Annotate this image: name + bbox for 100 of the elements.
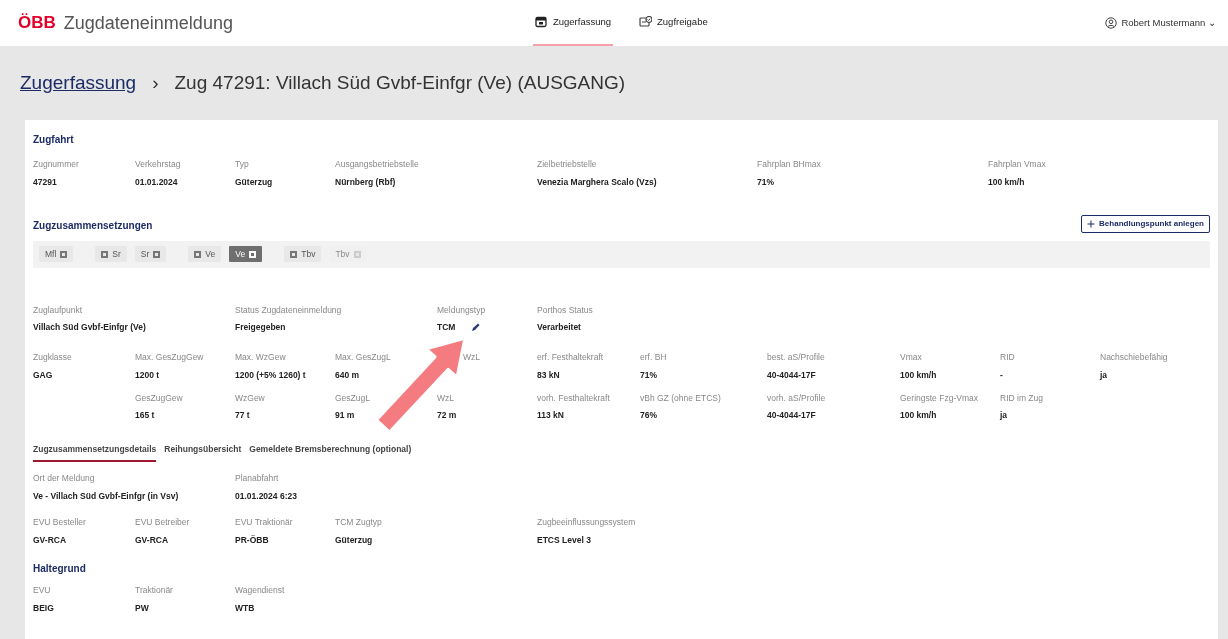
- field-label: Geringste Fzg-Vmax: [900, 391, 979, 405]
- app-title: Zugdateneinmeldung: [63, 11, 233, 35]
- composition-chip[interactable]: Ve: [229, 245, 263, 263]
- field-value: 640 m: [335, 368, 360, 382]
- field-label: WzGew: [235, 391, 266, 405]
- field-label: GesZugGew: [135, 391, 184, 405]
- field-value: GAG: [33, 368, 53, 382]
- field-label: best. aS/Profile: [767, 351, 826, 364]
- field-value: 40-4044-17F: [767, 368, 816, 382]
- field-label: GesZugL: [335, 391, 371, 405]
- field-value: BEIG: [33, 601, 54, 615]
- field-label: Planabfahrt: [235, 471, 280, 485]
- field-label: vorh. Festhaltekraft: [537, 391, 611, 405]
- composition-chip[interactable]: Tbv: [284, 245, 322, 263]
- field-value: 100 km/h: [900, 368, 937, 382]
- square-icon: [290, 250, 298, 258]
- user-icon: [1105, 17, 1118, 29]
- field-value: 165 t: [135, 409, 155, 422]
- section-heading: Zugfahrt: [33, 133, 75, 147]
- field-label: erf. BH: [640, 351, 668, 364]
- field-label: Zugbeeinflussungssystem: [537, 516, 637, 529]
- field-label: TCM Zugtyp: [335, 516, 383, 529]
- nav-tab[interactable]: Zugfreigabe: [637, 0, 710, 46]
- field-label: EVU Betreiber: [135, 516, 191, 529]
- field-value: 1200 t: [135, 368, 160, 382]
- square-icon: [353, 250, 361, 258]
- page-title: Zug 47291: Villach Süd Gvbf-Einfgr (Ve) (AUSGANG): [174, 70, 626, 95]
- field-value: Freigegeben: [235, 321, 286, 334]
- field-value: 40-4044-17F: [767, 409, 816, 422]
- field-value: -: [1000, 368, 1003, 382]
- field-value: Venezia Marghera Scalo (Vzs): [537, 175, 657, 189]
- field-value: ja: [1000, 409, 1008, 422]
- section-heading: Zugzusammensetzungen: [33, 218, 153, 233]
- field-label: vBh GZ (ohne ETCS): [640, 391, 722, 405]
- composition-chip[interactable]: Sr: [134, 245, 167, 263]
- field-value: WTB: [235, 601, 255, 615]
- calendar-check-icon: [639, 16, 652, 28]
- field-label: EVU: [33, 583, 52, 597]
- composition-chip[interactable]: Mfl: [39, 245, 74, 263]
- field-label: Verkehrstag: [135, 158, 182, 171]
- square-icon: [60, 250, 68, 258]
- field-value: PR-ÖBB: [235, 534, 269, 547]
- composition-chip[interactable]: Sr: [95, 245, 127, 263]
- field-label: Nachschiebefähig: [1100, 351, 1169, 364]
- field-label: Zielbetriebstelle: [537, 158, 598, 171]
- field-value: 91 m: [335, 409, 355, 422]
- field-value: 77 t: [235, 409, 250, 422]
- field-value: Güterzug: [335, 534, 373, 547]
- field-value: ja: [1100, 368, 1108, 382]
- field-value: 1200 (+5% 1260) t: [235, 368, 306, 382]
- field-label: Fahrplan BHmax: [757, 158, 822, 171]
- field-label: RID im Zug: [1000, 391, 1044, 405]
- field-value: GV-RCA: [33, 534, 67, 547]
- nav-tab[interactable]: Zugerfassung: [532, 0, 613, 46]
- detail-tab[interactable]: Gemeldete Bremsberechnung (optional): [249, 442, 412, 462]
- field-label: Status Zugdateneinmeldung: [235, 303, 343, 317]
- field-label: EVU Traktionär: [235, 516, 294, 529]
- field-value: 01.01.2024: [135, 175, 178, 189]
- square-icon: [101, 250, 109, 258]
- field-label: Ausgangsbetriebstelle: [335, 158, 420, 171]
- add-button[interactable]: Behandlungspunkt anlegen: [1081, 214, 1210, 233]
- square-icon: [194, 250, 202, 258]
- square-icon: [153, 250, 161, 258]
- field-value: ETCS Level 3: [537, 534, 591, 547]
- field-label: RID: [1000, 351, 1016, 364]
- field-value: Nürnberg (Rbf): [335, 175, 396, 189]
- field-label: Wagendienst: [235, 583, 286, 597]
- field-label: Traktionär: [135, 583, 174, 597]
- field-value: GV-RCA: [135, 534, 169, 547]
- field-value: 76%: [640, 409, 657, 422]
- logo: ÖBB: [18, 12, 56, 35]
- detail-tab[interactable]: Reihungsübersicht: [164, 442, 242, 462]
- field-value: 01.01.2024 6:23: [235, 489, 297, 503]
- breadcrumb-separator: ›: [152, 70, 159, 95]
- calendar-icon: [534, 16, 548, 28]
- field-value: Villach Süd Gvbf-Einfgr (Ve): [33, 321, 146, 334]
- field-label: Zugnummer: [33, 158, 80, 171]
- field-label: WzL: [463, 351, 481, 364]
- breadcrumb-link[interactable]: Zugerfassung: [20, 68, 137, 98]
- section-heading: Haltegrund: [33, 561, 87, 576]
- field-value: 100 km/h: [900, 409, 937, 422]
- detail-tab[interactable]: Zugzusammensetzungsdetails: [33, 442, 157, 462]
- plus-icon: [1087, 219, 1096, 228]
- field-value: 100 km/h: [988, 175, 1025, 189]
- field-label: Max. GesZugL: [335, 351, 392, 364]
- field-value: Güterzug: [235, 175, 273, 189]
- field-label: Ort der Meldung: [33, 471, 96, 485]
- field-value: 47291: [33, 175, 57, 189]
- field-label: Zugklasse: [33, 351, 73, 364]
- field-label: EVU Besteller: [33, 516, 87, 529]
- field-value: Ve - Villach Süd Gvbf-Einfgr (in Vsv): [33, 489, 179, 503]
- field-value: Verarbeitet: [537, 321, 581, 334]
- user-menu[interactable]: Robert Mustermann ⌄: [1121, 15, 1216, 31]
- field-label: Fahrplan Vmax: [988, 158, 1047, 171]
- field-label: Zuglaufpunkt: [33, 303, 84, 317]
- composition-chip[interactable]: Ve: [188, 245, 222, 263]
- field-value: 113 kN: [537, 409, 564, 422]
- field-label: Max. GesZugGew: [135, 351, 205, 364]
- field-value: 83 kN: [537, 368, 560, 382]
- field-label: WzL: [437, 391, 455, 405]
